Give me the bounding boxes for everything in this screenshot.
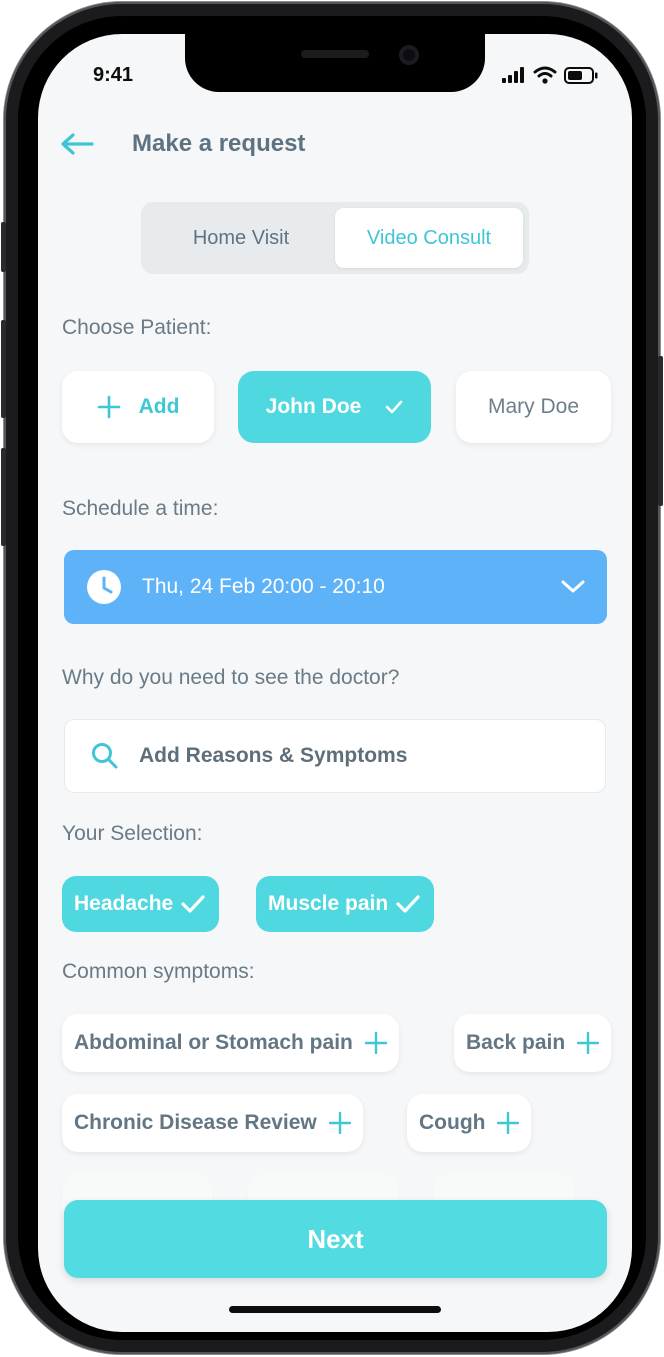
plus-icon: [577, 1032, 600, 1054]
page-title: Make a request: [132, 130, 306, 157]
volume-down-button: [1, 448, 6, 546]
tab-video-consult[interactable]: Video Consult: [335, 208, 523, 268]
plus-icon: [328, 1112, 351, 1134]
cellular-signal-icon: [502, 67, 524, 83]
add-patient-button[interactable]: Add: [62, 371, 214, 443]
symptom-label: Chronic Disease Review: [74, 1111, 317, 1134]
patient-name: John Doe: [265, 395, 362, 418]
check-icon: [396, 895, 420, 913]
search-icon: [92, 743, 118, 769]
status-icons: [502, 66, 598, 84]
symptom-label: Muscle pain: [268, 892, 389, 915]
schedule-time-dropdown[interactable]: Thu, 24 Feb 20:00 - 20:10: [64, 550, 607, 624]
reasons-label: Why do you need to see the doctor?: [62, 666, 400, 689]
symptom-label: Abdominal or Stomach pain: [74, 1031, 353, 1054]
back-arrow-icon: [61, 133, 94, 155]
common-symptoms-label: Common symptoms:: [62, 960, 255, 983]
symptom-chip-back-pain[interactable]: Back pain: [454, 1014, 612, 1072]
your-selection-label: Your Selection:: [62, 822, 203, 845]
symptoms-search-input[interactable]: Add Reasons & Symptoms: [64, 719, 606, 793]
search-placeholder: Add Reasons & Symptoms: [139, 744, 408, 767]
selected-symptom-chip[interactable]: Muscle pain: [256, 876, 435, 932]
clock-icon: [87, 570, 121, 604]
home-indicator: [229, 1306, 441, 1313]
wifi-icon: [533, 66, 557, 84]
chevron-down-icon: [561, 580, 585, 593]
schedule-value: Thu, 24 Feb 20:00 - 20:10: [142, 575, 385, 598]
symptom-label: Back pain: [466, 1031, 566, 1054]
selected-symptom-chip[interactable]: Headache: [62, 876, 220, 932]
check-icon: [181, 895, 205, 913]
patient-chip-john-doe[interactable]: John Doe: [238, 371, 431, 443]
schedule-label: Schedule a time:: [62, 497, 219, 520]
choose-patient-label: Choose Patient:: [62, 316, 212, 339]
app-screen: 9:41 Make a request Home Visit Video Con…: [38, 34, 632, 1332]
volume-up-button: [1, 320, 6, 418]
power-button: [658, 356, 663, 506]
symptom-label: Headache: [74, 892, 174, 915]
visit-type-toggle: Home Visit Video Consult: [141, 202, 529, 274]
symptom-chip-cough[interactable]: Cough: [407, 1094, 532, 1152]
plus-icon: [497, 1112, 520, 1134]
next-button[interactable]: Next: [64, 1200, 607, 1278]
header: Make a request: [60, 126, 305, 162]
plus-icon: [97, 395, 120, 419]
notch: [185, 34, 485, 92]
symptom-label: Cough: [419, 1111, 486, 1134]
patient-name: Mary Doe: [487, 395, 580, 418]
symptom-chip-chronic-disease[interactable]: Chronic Disease Review: [62, 1094, 363, 1152]
battery-icon: [564, 66, 598, 84]
symptom-chip-abdominal[interactable]: Abdominal or Stomach pain: [62, 1014, 399, 1072]
status-time: 9:41: [93, 64, 134, 86]
check-icon: [386, 400, 403, 414]
mute-switch: [1, 222, 6, 272]
patient-chip-mary-doe[interactable]: Mary Doe: [456, 371, 611, 443]
back-button[interactable]: [60, 126, 100, 162]
plus-icon: [364, 1032, 387, 1054]
front-camera: [399, 45, 419, 65]
add-patient-label: Add: [138, 395, 180, 418]
speaker: [301, 50, 369, 58]
tab-home-visit[interactable]: Home Visit: [147, 208, 335, 268]
